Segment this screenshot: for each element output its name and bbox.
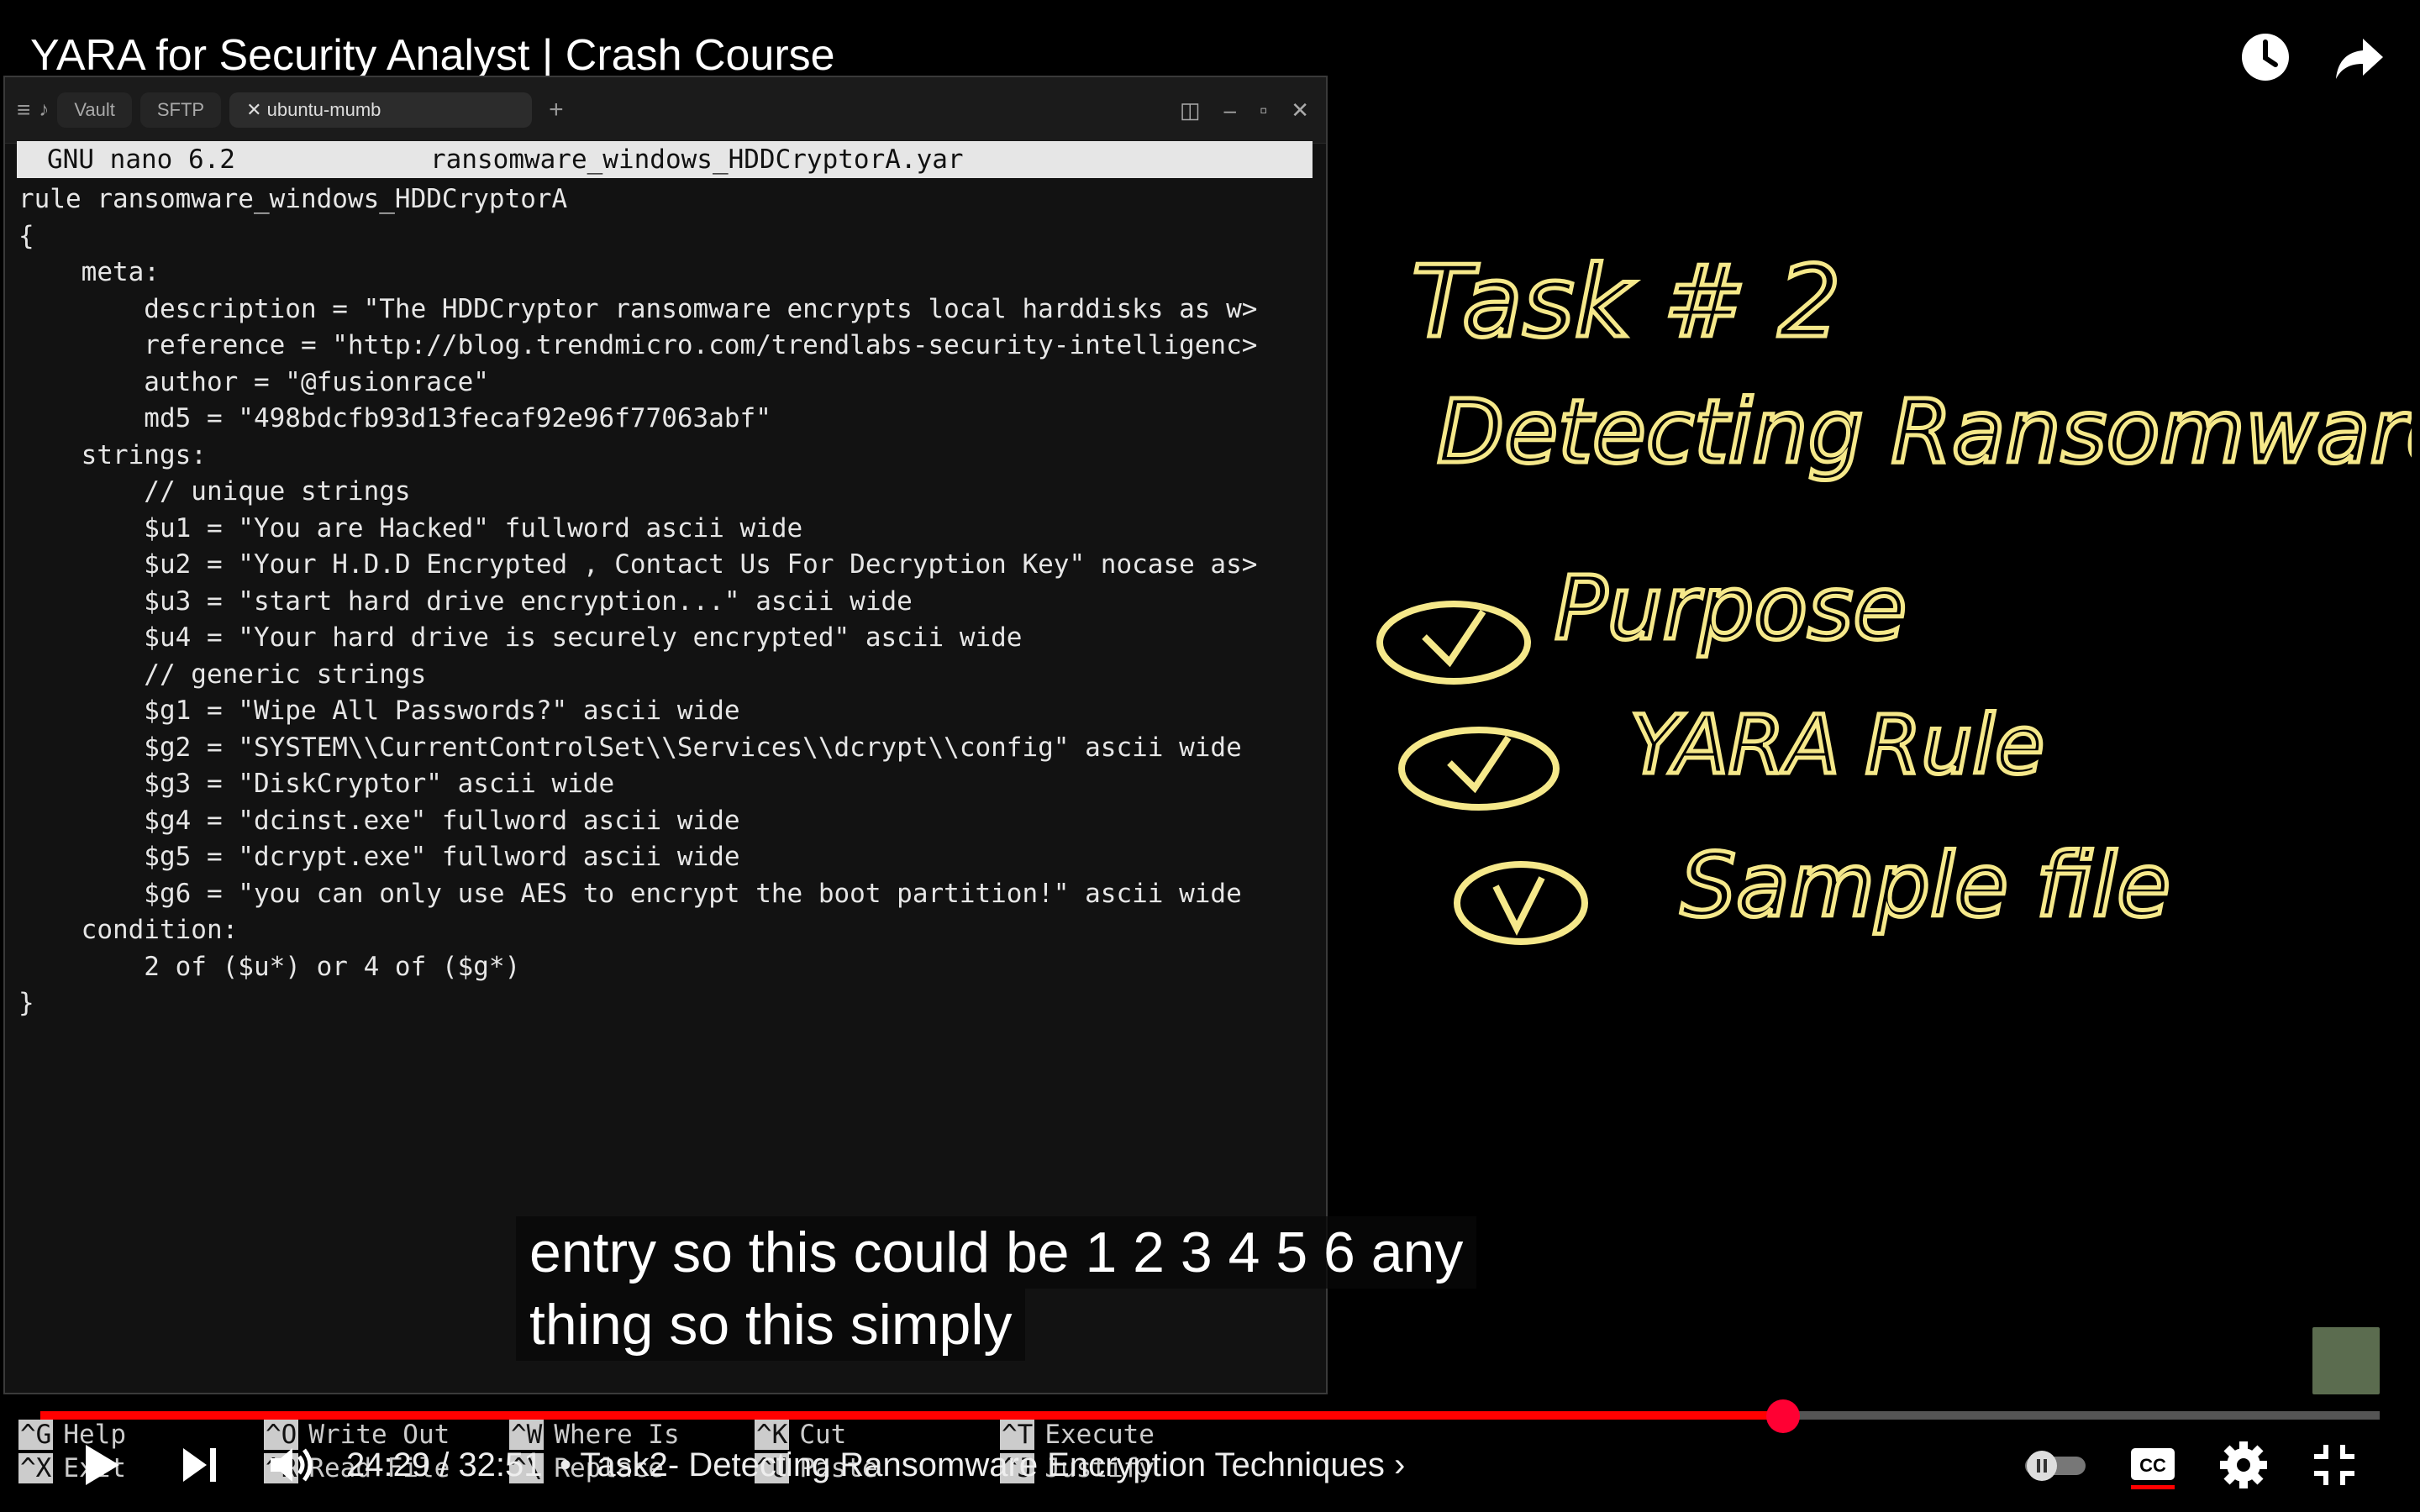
chapter-title-text: • Task2- Detecting Ransomware Encryption… xyxy=(560,1446,1385,1483)
shortcut-key: ^T xyxy=(1000,1420,1035,1450)
terminal-window: ≡ ♪ Vault SFTP ✕ ubuntu-mumb + ◫ – ▫ ✕ G… xyxy=(3,76,1328,1483)
shortcut-label: Where Is xyxy=(554,1420,680,1450)
chevron-right-icon: › xyxy=(1394,1446,1406,1483)
code-line: description = "The HDDCryptor ransomware… xyxy=(18,293,1258,324)
settings-icon[interactable] xyxy=(2217,1438,2270,1492)
code-line: $g3 = "DiskCryptor" ascii wide xyxy=(18,769,615,799)
code-line: rule ransomware_windows_HDDCryptorA xyxy=(18,184,568,214)
next-icon[interactable] xyxy=(173,1438,227,1492)
whiteboard-heading-task: Task # 2 xyxy=(1412,244,1841,360)
bell-icon[interactable]: ♪ xyxy=(39,98,49,122)
tab-vault[interactable]: Vault xyxy=(57,92,132,128)
checklist-item-yara-rule: YARA Rule xyxy=(1630,698,2044,792)
time-display: 24:29 / 32:51 xyxy=(346,1446,543,1483)
progress-bar[interactable] xyxy=(40,1399,2380,1433)
code-line: } xyxy=(18,988,34,1018)
progress-remaining xyxy=(1783,1411,2380,1420)
code-line: md5 = "498bdcfb93d13fecaf92e96f77063abf" xyxy=(18,403,771,433)
code-line: author = "@fusionrace" xyxy=(18,366,489,397)
whiteboard-heading-topic: Detecting Ransomware xyxy=(1437,381,2412,483)
volume-icon[interactable] xyxy=(264,1438,318,1492)
terminal-tab-bar: ≡ ♪ Vault SFTP ✕ ubuntu-mumb + ◫ – ▫ ✕ xyxy=(5,77,1326,144)
close-tab-icon[interactable]: ✕ xyxy=(246,99,267,120)
new-tab-icon[interactable]: + xyxy=(549,96,564,124)
code-line: meta: xyxy=(18,257,160,287)
code-line: $g1 = "Wipe All Passwords?" ascii wide xyxy=(18,696,740,726)
code-line: condition: xyxy=(18,915,239,945)
close-window-icon[interactable]: ✕ xyxy=(1291,97,1309,123)
code-line: { xyxy=(18,220,34,251)
top-actions xyxy=(2238,30,2386,84)
check-circle-icon xyxy=(1398,727,1560,811)
play-icon[interactable] xyxy=(74,1438,128,1492)
chapter-title[interactable]: • Task2- Detecting Ransomware Encryption… xyxy=(560,1446,1405,1484)
shortcut-key: ^X xyxy=(18,1453,54,1483)
code-line: $u1 = "You are Hacked" fullword ascii wi… xyxy=(18,512,803,543)
watch-later-icon[interactable] xyxy=(2238,30,2292,84)
progress-played xyxy=(40,1411,1783,1420)
code-line: reference = "http://blog.trendmicro.com/… xyxy=(18,330,1258,360)
code-line: $g6 = "you can only use AES to encrypt t… xyxy=(18,878,1242,909)
shortcut-label: Execute xyxy=(1044,1420,1155,1450)
caption-line-1: entry so this could be 1 2 3 4 5 6 any xyxy=(516,1216,1477,1289)
shortcut-label: Write Out xyxy=(308,1420,450,1450)
code-line: $g4 = "dcinst.exe" fullword ascii wide xyxy=(18,805,740,836)
code-line: strings: xyxy=(18,439,207,470)
video-title: YARA for Security Analyst | Crash Course xyxy=(30,31,835,80)
share-icon[interactable] xyxy=(2333,30,2386,84)
channel-avatar[interactable] xyxy=(2312,1327,2380,1394)
check-circle-icon xyxy=(1454,861,1588,945)
shortcut-item: ^K Cut xyxy=(755,1420,1000,1450)
code-line: // unique strings xyxy=(18,476,411,507)
caption-line-2: thing so this simply xyxy=(516,1289,1026,1361)
check-circle-icon xyxy=(1376,601,1531,685)
shortcut-item: ^W Where Is xyxy=(509,1420,755,1450)
minimize-icon[interactable]: – xyxy=(1224,97,1236,123)
menu-icon[interactable]: ≡ xyxy=(17,97,30,123)
tab-ubuntu-label: ubuntu-mumb xyxy=(266,99,381,120)
nano-title-bar: GNU nano 6.2 ransomware_windows_HDDCrypt… xyxy=(17,141,1313,178)
checklist-item-purpose: Purpose xyxy=(1555,557,1907,659)
autoplay-toggle[interactable] xyxy=(2020,1438,2091,1492)
tab-sftp[interactable]: SFTP xyxy=(139,92,222,128)
checklist-item-sample-file: Sample file xyxy=(1681,834,2170,937)
window-controls: ◫ – ▫ ✕ xyxy=(1180,97,1326,123)
split-icon[interactable]: ◫ xyxy=(1180,97,1201,123)
shortcut-key: ^K xyxy=(755,1420,790,1450)
nano-version: GNU nano 6.2 xyxy=(47,144,235,175)
shortcut-key: ^G xyxy=(18,1420,54,1450)
exit-fullscreen-icon[interactable] xyxy=(2307,1438,2361,1492)
progress-scrubber[interactable] xyxy=(1766,1399,1800,1433)
shortcut-label: Cut xyxy=(799,1420,847,1450)
code-line: // generic strings xyxy=(18,659,427,690)
code-line: $g5 = "dcrypt.exe" fullword ascii wide xyxy=(18,842,740,872)
code-line: $g2 = "SYSTEM\\CurrentControlSet\\Servic… xyxy=(18,732,1242,763)
shortcut-item: ^T Execute xyxy=(1000,1420,1245,1450)
nano-file-name: ransomware_windows_HDDCryptorA.yar xyxy=(430,144,964,175)
shortcut-item: ^G Help xyxy=(18,1420,264,1450)
code-editor[interactable]: rule ransomware_windows_HDDCryptorA { met… xyxy=(18,181,1257,1022)
code-line: 2 of ($u*) or 4 of ($g*) xyxy=(18,951,521,982)
captions-icon[interactable]: CC xyxy=(2126,1438,2180,1492)
whiteboard: Task # 2 Detecting Ransomware Purpose YA… xyxy=(1344,235,2420,991)
svg-text:CC: CC xyxy=(2139,1455,2166,1476)
subtitle-caption: entry so this could be 1 2 3 4 5 6 any t… xyxy=(516,1216,1477,1361)
maximize-icon[interactable]: ▫ xyxy=(1260,97,1267,123)
code-line: $u4 = "Your hard drive is securely encry… xyxy=(18,622,1023,653)
code-line: $u3 = "start hard drive encryption..." a… xyxy=(18,585,913,617)
tab-ubuntu[interactable]: ✕ ubuntu-mumb xyxy=(229,92,533,128)
code-line: $u2 = "Your H.D.D Encrypted , Contact Us… xyxy=(18,549,1258,580)
shortcut-item: ^XExit xyxy=(18,1453,264,1483)
shortcut-key: ^W xyxy=(509,1420,544,1450)
